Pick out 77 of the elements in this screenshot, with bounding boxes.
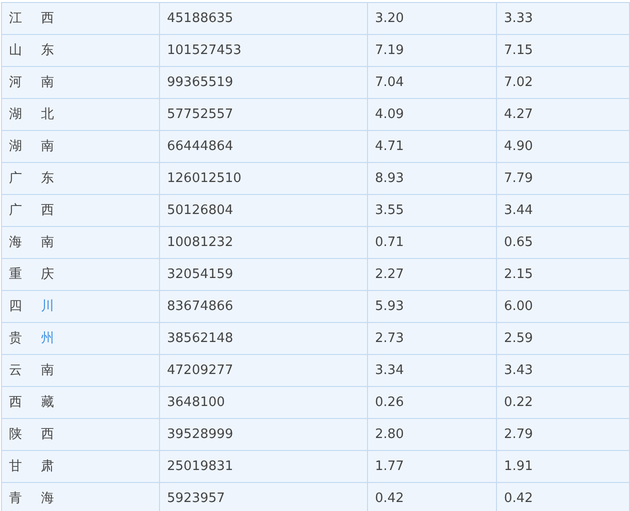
province-link[interactable]: 州 [41,328,54,348]
table-cell: 7.15 [496,34,630,66]
table-cell: 1.77 [368,450,496,482]
province-name: 东 [41,170,54,188]
table-cell: 7.02 [496,66,630,98]
province-name: 湖 [9,106,22,124]
table-cell: 3.43 [496,354,630,386]
province-name: 四 [9,298,22,316]
table-cell: 2.59 [496,322,630,354]
table-cell: 0.26 [368,386,496,418]
table-cell: 3.33 [496,2,630,34]
province-name: 西 [41,202,54,220]
province-name: 庆 [41,266,54,284]
table-cell: 3.55 [368,194,496,226]
province-name: 江 [9,10,22,28]
province-name: 湖 [9,138,22,156]
province-name: 广 [9,170,22,188]
table-cell: 32054159 [160,258,368,290]
province-name: 西 [9,394,22,412]
table-cell: 5.93 [368,290,496,322]
table-cell: 101527453 [160,34,368,66]
province-name: 青 [9,490,22,508]
province-name: 西 [41,426,54,444]
table-cell: 7.19 [368,34,496,66]
table-cell: 2.27 [368,258,496,290]
province-name: 甘 [9,458,22,476]
table-cell: 83674866 [160,290,368,322]
province-name: 西 [41,10,54,28]
table-cell: 7.79 [496,162,630,194]
table-cell: 8.93 [368,162,496,194]
table-cell: 4.09 [368,98,496,130]
table-cell: 1.91 [496,450,630,482]
table-cell: 2.79 [496,418,630,450]
table-cell: 38562148 [160,322,368,354]
table-cell: 2.15 [496,258,630,290]
province-name: 云 [9,362,22,380]
table-cell: 3.20 [368,2,496,34]
province-name: 河 [9,74,22,92]
table-cell: 99365519 [160,66,368,98]
province-name: 肃 [41,458,54,476]
table-cell: 39528999 [160,418,368,450]
table-cell: 7.04 [368,66,496,98]
province-name: 广 [9,202,22,220]
province-name: 山 [9,42,22,60]
table-cell: 57752557 [160,98,368,130]
province-name: 重 [9,266,22,284]
province-name: 南 [41,362,54,380]
table-cell: 0.22 [496,386,630,418]
table-cell: 45188635 [160,2,368,34]
province-name: 陕 [9,426,22,444]
table-cell: 25019831 [160,450,368,482]
table-cell: 4.71 [368,130,496,162]
table-cell: 126012510 [160,162,368,194]
province-name: 东 [41,42,54,60]
province-name: 海 [9,234,22,252]
province-name: 藏 [41,394,54,412]
table-cell: 3.34 [368,354,496,386]
province-name: 南 [41,234,54,252]
table-cell: 50126804 [160,194,368,226]
table-cell: 6.00 [496,290,630,322]
table-cell: 3.44 [496,194,630,226]
table-cell: 47209277 [160,354,368,386]
province-name: 北 [41,106,54,124]
table-cell: 0.71 [368,226,496,258]
table-cell: 3648100 [160,386,368,418]
table-cell: 4.27 [496,98,630,130]
table-cell: 2.73 [368,322,496,354]
table-cell: 2.80 [368,418,496,450]
table-cell: 66444864 [160,130,368,162]
table-cell: 0.65 [496,226,630,258]
province-name: 南 [41,138,54,156]
province-name: 海 [41,490,54,508]
table-cell: 4.90 [496,130,630,162]
province-link[interactable]: 川 [41,296,54,316]
table-cell: 10081232 [160,226,368,258]
province-name: 南 [41,74,54,92]
province-name: 贵 [9,330,22,348]
